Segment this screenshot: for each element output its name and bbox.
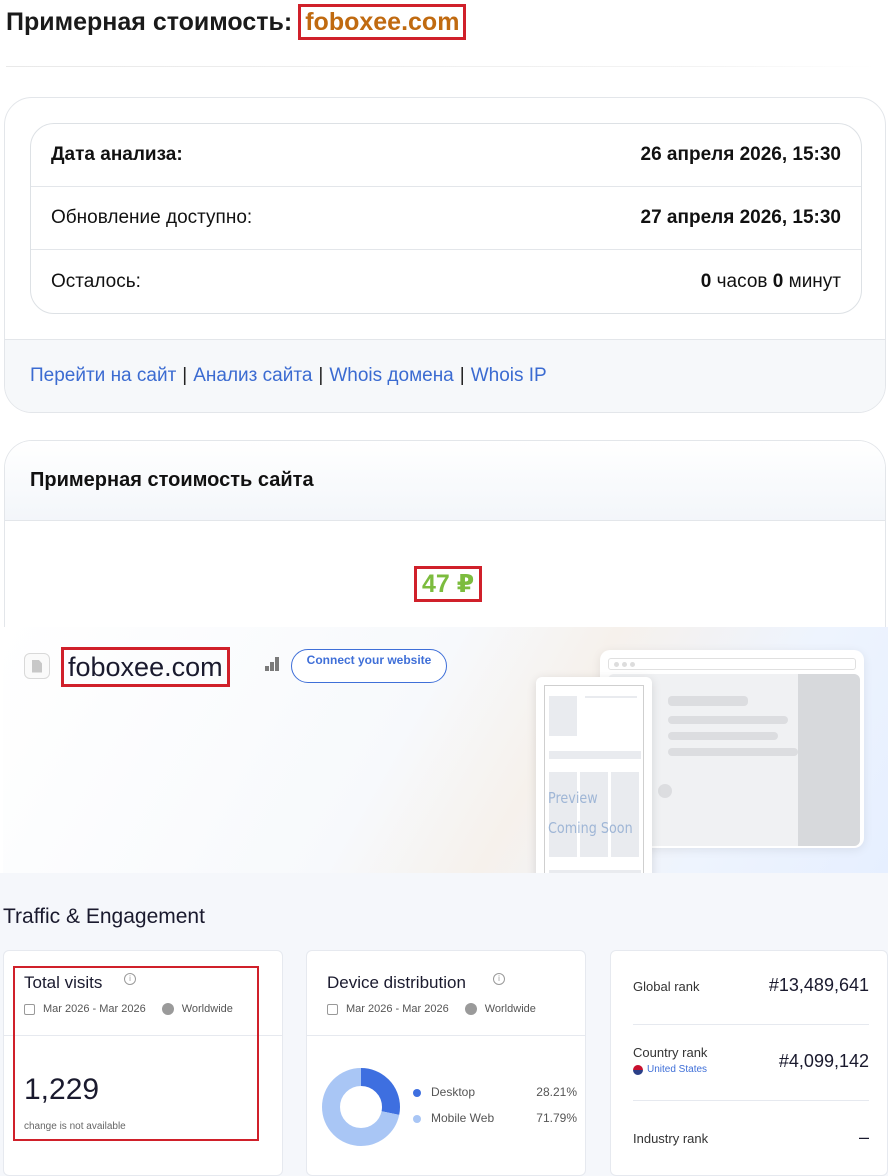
globe-icon: [161, 1003, 174, 1015]
total-visits-tile: Total visits i Mar 2026 - Mar 2026 World…: [3, 950, 283, 1176]
calendar-icon: [327, 1003, 338, 1015]
legend-desktop: Desktop 28.21%: [413, 1085, 577, 1099]
site-links-bar: Перейти на сайт | Анализ сайта | Whois д…: [5, 339, 885, 412]
page-title-text: Примерная стоимость:: [6, 7, 293, 36]
device-distribution-period: Mar 2026 - Mar 2026: [346, 1003, 449, 1015]
connect-website-button[interactable]: Connect your website: [291, 649, 447, 683]
link-go-to-site[interactable]: Перейти на сайт: [30, 365, 176, 387]
traffic-engagement-title: Traffic & Engagement: [3, 905, 205, 928]
similarweb-hero: foboxee.com Connect your website Preview…: [3, 627, 888, 873]
remaining-hours-unit: часов: [716, 270, 768, 292]
remaining-hours: 0: [700, 270, 712, 292]
calendar-icon: [24, 1003, 35, 1015]
global-rank-value: #13,489,641: [768, 975, 869, 995]
desktop-percent: 28.21%: [536, 1085, 577, 1099]
global-rank-label: Global rank: [633, 979, 700, 994]
site-price-card: Примерная стоимость сайта 47 ₽: [4, 440, 886, 640]
legend-mobile-web: Mobile Web 71.79%: [413, 1111, 577, 1125]
country-rank-label: Country rank: [633, 1045, 708, 1060]
similarweb-site-name[interactable]: foboxee.com: [61, 647, 230, 687]
analysis-date-value: 26 апреля 2026, 15:30: [640, 144, 841, 165]
total-visits-period: Mar 2026 - Mar 2026: [43, 1003, 146, 1015]
device-distribution-tile: Device distribution i Mar 2026 - Mar 202…: [306, 950, 586, 1176]
page-title-domain: foboxee.com: [298, 4, 467, 40]
info-icon[interactable]: i: [493, 973, 505, 985]
site-favicon: [24, 653, 50, 679]
industry-rank-row: Industry rank –: [633, 1101, 869, 1175]
mobile-web-swatch: [413, 1114, 421, 1123]
total-visits-change-note: change is not available: [24, 1121, 126, 1132]
link-site-analysis[interactable]: Анализ сайта: [193, 365, 312, 387]
link-separator: |: [318, 365, 324, 386]
total-visits-region: Worldwide: [181, 1003, 233, 1015]
tile-divider: [4, 1035, 282, 1036]
rank-bars-icon: [265, 657, 281, 671]
info-icon[interactable]: i: [124, 973, 136, 985]
page-title: Примерная стоимость: foboxee.com: [6, 4, 467, 40]
rank-tile: Global rank #13,489,641 Country rank Uni…: [610, 950, 888, 1176]
link-whois-domain[interactable]: Whois домена: [329, 365, 453, 387]
device-distribution-title: Device distribution: [327, 973, 466, 992]
remaining-minutes: 0: [772, 270, 784, 292]
update-available-row: Обновление доступно: 27 апреля 2026, 15:…: [31, 187, 861, 250]
us-flag-icon: [633, 1064, 643, 1075]
industry-rank-label: Industry rank: [633, 1131, 709, 1146]
remaining-label: Осталось:: [51, 270, 141, 292]
link-separator: |: [459, 365, 465, 386]
document-icon: [32, 659, 42, 673]
update-available-label: Обновление доступно:: [51, 207, 253, 228]
globe-icon: [464, 1003, 477, 1015]
total-visits-meta: Mar 2026 - Mar 2026 Worldwide: [24, 1003, 233, 1015]
global-rank-row: Global rank #13,489,641: [633, 951, 869, 1025]
tile-divider: [307, 1035, 585, 1036]
analysis-date-label: Дата анализа:: [51, 144, 183, 165]
preview-coming-soon-text: Preview Coming Soon: [548, 789, 633, 837]
desktop-swatch: [413, 1088, 421, 1097]
device-distribution-region: Worldwide: [484, 1003, 536, 1015]
total-visits-title: Total visits: [24, 973, 103, 992]
analysis-info-table: Дата анализа: 26 апреля 2026, 15:30 Обно…: [30, 123, 862, 314]
site-price-value: 47 ₽: [414, 566, 483, 602]
country-rank-row: Country rank United States #4,099,142: [633, 1025, 869, 1101]
update-available-value: 27 апреля 2026, 15:30: [640, 207, 841, 228]
link-whois-ip[interactable]: Whois IP: [471, 365, 547, 387]
industry-rank-value: –: [858, 1127, 869, 1147]
site-price-heading: Примерная стоимость сайта: [5, 441, 885, 521]
remaining-minutes-unit: минут: [788, 270, 841, 292]
link-separator: |: [182, 365, 188, 386]
device-donut-chart: [322, 1068, 400, 1146]
analysis-date-row: Дата анализа: 26 апреля 2026, 15:30: [31, 124, 861, 187]
remaining-row: Осталось: 0 часов 0 минут: [31, 250, 861, 313]
remaining-value: 0 часов 0 минут: [701, 271, 841, 293]
title-divider: [6, 66, 876, 67]
country-rank-value: #4,099,142: [778, 1051, 869, 1071]
country-rank-country[interactable]: United States: [633, 1064, 707, 1075]
mobile-preview-illustration: Preview Coming Soon: [536, 677, 652, 873]
analysis-info-card: Дата анализа: 26 апреля 2026, 15:30 Обно…: [4, 97, 886, 413]
device-distribution-meta: Mar 2026 - Mar 2026 Worldwide: [327, 1003, 536, 1015]
mobile-web-percent: 71.79%: [536, 1111, 577, 1125]
total-visits-value: 1,229: [24, 1073, 100, 1106]
